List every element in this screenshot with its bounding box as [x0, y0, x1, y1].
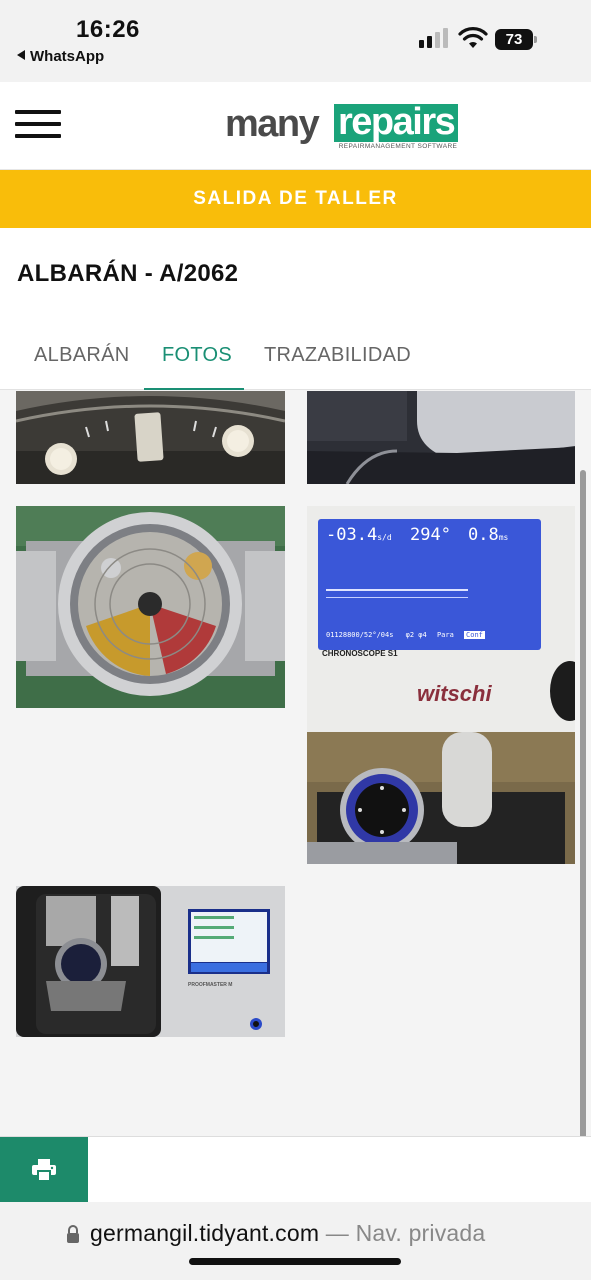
active-tab-indicator — [144, 388, 244, 390]
logo-tagline: REPAIRMANAGEMENT SOFTWARE — [338, 143, 458, 150]
print-button[interactable] — [0, 1137, 88, 1203]
manyrepairs-logo[interactable]: many repairs REPAIRMANAGEMENT SOFTWARE — [225, 102, 465, 154]
timegrapher-screen: -03.4s/d 294° 0.8ms 01128800/52°/04s φ2 … — [318, 519, 541, 650]
back-to-app-link[interactable]: WhatsApp — [17, 48, 104, 65]
rate-unit: s/d — [377, 533, 392, 542]
url-display[interactable]: germangil.tidyant.com — Nav. privada — [90, 1220, 485, 1247]
photo-pressure-tester[interactable]: PROOFMASTER M — [16, 886, 285, 1037]
status-banner: SALIDA DE TALLER — [0, 170, 591, 228]
conf-label: Conf — [464, 631, 485, 639]
beat-error-unit: ms — [498, 533, 509, 542]
tab-fotos[interactable]: FOTOS — [162, 344, 232, 367]
timegrapher-footer: 01128800/52°/04s — [326, 631, 394, 639]
private-mode-label: Nav. privada — [355, 1220, 486, 1246]
printer-icon — [32, 1159, 56, 1181]
wifi-icon — [458, 27, 488, 48]
page-title: ALBARÁN - A/2062 — [17, 260, 239, 287]
page-scrollbar[interactable] — [580, 470, 586, 1196]
bottom-action-bar — [0, 1136, 591, 1203]
logo-many-text: many — [225, 103, 320, 145]
positions-label: φ2 φ4 — [405, 631, 427, 639]
battery-icon: 73 — [495, 29, 537, 50]
menu-icon[interactable] — [15, 110, 61, 140]
tab-albaran[interactable]: ALBARÁN — [34, 344, 129, 367]
witschi-brand: witschi — [417, 681, 492, 706]
home-indicator[interactable] — [189, 1258, 401, 1265]
device-label-chronoscope: CHRONOSCOPE S1 — [322, 649, 398, 658]
status-time: 16:26 — [76, 16, 140, 43]
device-label-proofmaster: PROOFMASTER M — [188, 982, 233, 988]
photo-watch-movement[interactable] — [16, 506, 285, 708]
logo-repairs-text: repairs — [334, 103, 459, 142]
url-domain: germangil.tidyant.com — [90, 1220, 320, 1246]
browser-url-bar[interactable]: germangil.tidyant.com — Nav. privada — [0, 1202, 591, 1280]
document-header: ALBARÁN - A/2062 — [0, 228, 591, 326]
tab-bar: ALBARÁN FOTOS TRAZABILIDAD — [0, 326, 591, 390]
photo-gallery: -03.4s/d 294° 0.8ms 01128800/52°/04s φ2 … — [0, 391, 591, 1136]
mode-label: Para — [436, 631, 454, 639]
battery-level: 73 — [505, 31, 523, 48]
lock-icon — [67, 1225, 79, 1243]
cellular-signal-icon — [419, 28, 451, 48]
tab-trazabilidad[interactable]: TRAZABILIDAD — [264, 344, 411, 367]
status-bar: 16:26 WhatsApp 73 — [0, 0, 591, 82]
photo-timegrapher[interactable]: -03.4s/d 294° 0.8ms 01128800/52°/04s φ2 … — [307, 506, 575, 864]
photo-strap-detail[interactable] — [307, 391, 575, 484]
amplitude-readout: 294° — [410, 525, 451, 545]
back-app-label: WhatsApp — [30, 48, 105, 65]
beat-error-readout: 0.8 — [468, 525, 499, 545]
back-arrow-icon — [17, 50, 25, 60]
app-header: many repairs REPAIRMANAGEMENT SOFTWARE — [0, 82, 591, 170]
photo-dial-closeup[interactable] — [16, 391, 285, 484]
rate-readout: -03.4 — [326, 525, 378, 545]
url-separator: — — [319, 1220, 356, 1246]
